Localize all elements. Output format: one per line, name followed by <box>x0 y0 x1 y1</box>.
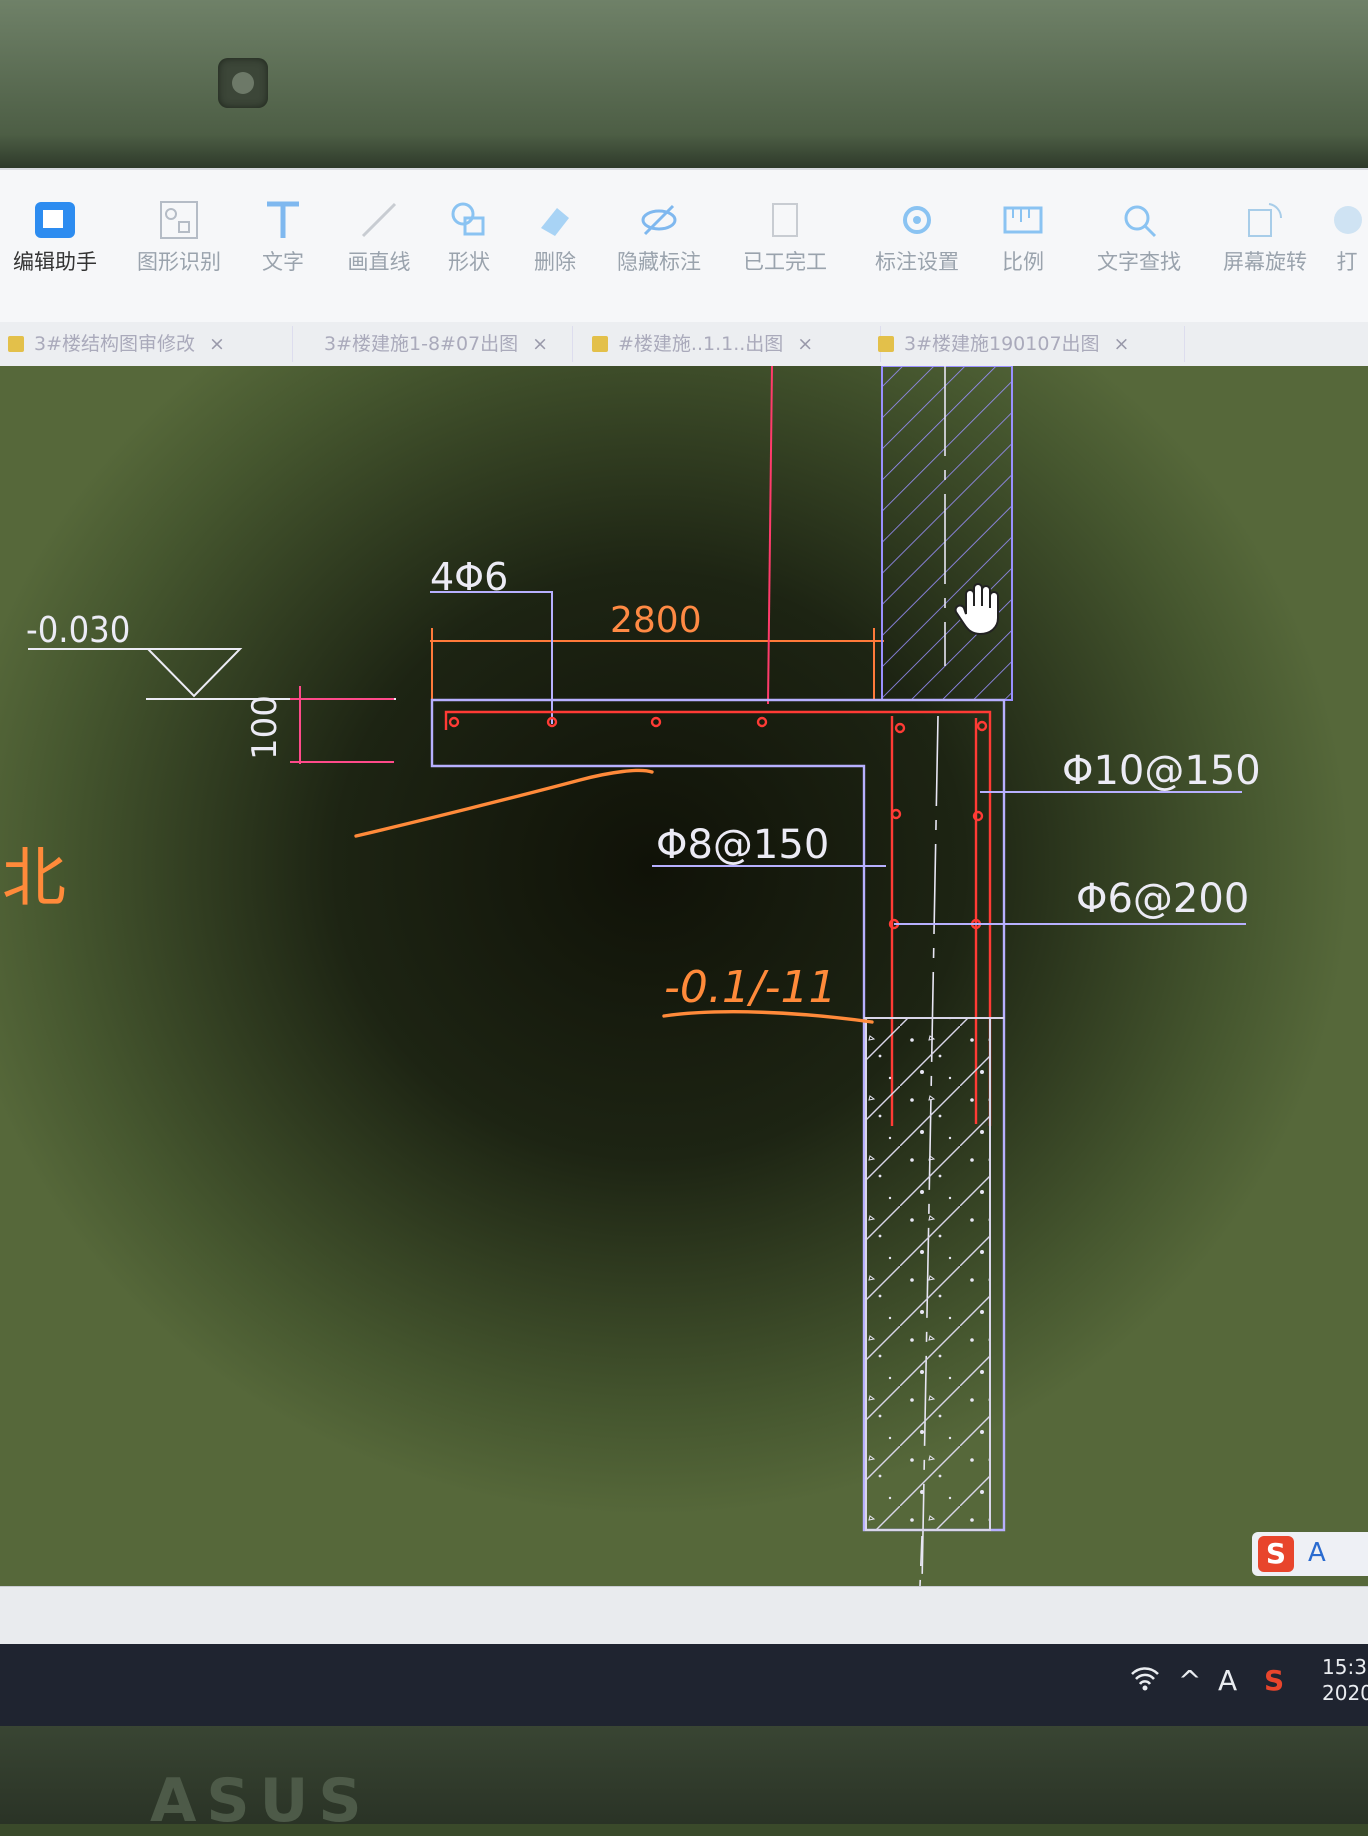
shape-icon <box>451 202 485 236</box>
line-icon <box>361 202 397 238</box>
wifi-icon[interactable] <box>1130 1664 1160 1699</box>
eraser-icon <box>541 208 569 236</box>
handwritten-stroke <box>354 768 654 838</box>
hide-annotation-icon <box>641 204 677 236</box>
annotation-toolbar: 编辑助手 图形识别 文字 画直线 形状 删除 隐藏标注 已工完工 标注设置 比例… <box>0 168 1368 330</box>
lock-icon <box>878 336 894 352</box>
status-bar <box>0 1586 1368 1645</box>
toolbar-hide-annotation-button[interactable]: 隐藏标注 <box>604 182 714 292</box>
monitor-brand-logo: ASUS <box>150 1766 372 1836</box>
document-tab-2[interactable]: 3#楼建施1-8#07出图 × <box>290 326 573 362</box>
document-tab-4[interactable]: 3#楼建施190107出图 × <box>870 326 1185 362</box>
handwritten-note-1: 北 <box>2 842 66 916</box>
rotate-screen-icon <box>1248 203 1283 237</box>
rebar-callout-3: Φ6@200 <box>1076 876 1249 922</box>
edit-assistant-icon <box>35 202 75 238</box>
lock-icon <box>592 336 608 352</box>
shape-recognition-icon <box>160 201 198 239</box>
elevation-marker-symbol <box>28 648 243 698</box>
span-dimension-label: 2800 <box>610 600 702 641</box>
monitor-bezel-bottom: ASUS <box>0 1726 1368 1836</box>
ime-toolbar[interactable]: S A <box>1252 1532 1368 1576</box>
toolbar-item-label: 删除 <box>534 250 576 274</box>
monitor-bezel-top <box>0 0 1368 168</box>
toolbar-item-label: 隐藏标注 <box>617 250 701 274</box>
toolbar-item-label: 已工完工 <box>743 250 827 274</box>
handwritten-note-2: -0.1/-11 <box>664 962 837 1013</box>
tab-label: 3#楼建施1-8#07出图 <box>324 333 519 355</box>
close-icon[interactable]: × <box>532 333 548 355</box>
tab-label: 3#楼建施190107出图 <box>904 333 1100 355</box>
reference-axis-line <box>767 366 773 705</box>
print-icon <box>1334 206 1362 234</box>
toolbar-text-search-button[interactable]: 文字查找 <box>1084 182 1194 292</box>
scale-icon <box>1003 206 1043 234</box>
tray-ime-logo[interactable]: S <box>1264 1664 1284 1697</box>
slab-thickness-label: 100 <box>245 695 285 760</box>
cad-drawing: -0.030 100 2800 4Φ6 Φ10@150 Φ8@150 Φ6@20… <box>2 366 1261 1586</box>
centerline-extension <box>919 1535 923 1586</box>
webcam-icon <box>218 58 268 108</box>
toolbar-item-label: 文字查找 <box>1097 250 1181 274</box>
ime-mode-indicator[interactable]: A <box>1308 1538 1326 1568</box>
toolbar-item-label: 编辑助手 <box>13 250 97 274</box>
annotation-settings-icon <box>903 206 931 234</box>
chevron-up-icon[interactable]: ^ <box>1178 1664 1201 1697</box>
rebar-callout-2: Φ8@150 <box>656 822 829 868</box>
close-icon[interactable]: × <box>797 333 813 355</box>
close-icon[interactable]: × <box>1114 333 1130 355</box>
toolbar-eraser-button[interactable]: 删除 <box>500 182 610 292</box>
toolbar-clipboard-button[interactable]: 已工完工 <box>730 182 840 292</box>
ime-logo[interactable]: S <box>1258 1536 1294 1572</box>
toolbar-item-label: 屏幕旋转 <box>1223 250 1307 274</box>
toolbar-shape-recognition-button[interactable]: 图形识别 <box>124 182 234 292</box>
toolbar-annotation-settings-button[interactable]: 标注设置 <box>862 182 972 292</box>
wall-above-hatched <box>881 366 1013 701</box>
tray-ime-mode[interactable]: A <box>1218 1664 1237 1697</box>
toolbar-item-label: 打 <box>1336 250 1358 274</box>
toolbar-scale-button[interactable]: 比例 <box>968 182 1078 292</box>
toolbar-item-label: 文字 <box>262 250 304 274</box>
close-icon[interactable]: × <box>209 333 225 355</box>
top-bar-leader <box>430 591 553 724</box>
toolbar-item-label: 比例 <box>1002 250 1044 274</box>
taskbar: ^ A S 15:3 2020 <box>0 1644 1368 1726</box>
system-clock[interactable]: 15:3 2020 <box>1322 1654 1368 1706</box>
cad-drawing-canvas[interactable]: -0.030 100 2800 4Φ6 Φ10@150 Φ8@150 Φ6@20… <box>0 366 1368 1586</box>
document-tab-3[interactable]: #楼建施..1.1..出图 × <box>584 326 881 362</box>
toolbar-item-label: 图形识别 <box>137 250 221 274</box>
toolbar-rotate-screen-button[interactable]: 屏幕旋转 <box>1210 182 1320 292</box>
toolbar-text-button[interactable]: 文字 <box>228 182 338 292</box>
document-tab-bar: 3#楼结构图审修改 × 3#楼建施1-8#07出图 × #楼建施..1.1..出图 ×… <box>0 322 1368 367</box>
clock-date: 2020 <box>1322 1681 1368 1705</box>
lock-icon <box>8 336 24 352</box>
clock-time: 15:3 <box>1322 1655 1367 1679</box>
toolbar-edit-assistant-button[interactable]: 编辑助手 <box>0 182 110 292</box>
clipboard-icon <box>772 203 798 237</box>
concrete-foundation <box>865 1017 991 1531</box>
text-search-icon <box>1124 205 1157 238</box>
rebar-callout-1: Φ10@150 <box>1062 748 1261 794</box>
tab-label: 3#楼结构图审修改 <box>34 333 196 355</box>
document-tab-1[interactable]: 3#楼结构图审修改 × <box>0 326 293 362</box>
toolbar-print-button[interactable]: 打 <box>1326 182 1368 292</box>
handwritten-underline <box>662 1010 874 1024</box>
elevation-label: -0.030 <box>26 610 130 651</box>
tab-label: #楼建施..1.1..出图 <box>618 333 784 355</box>
toolbar-item-label: 标注设置 <box>875 250 959 274</box>
text-icon <box>267 201 299 238</box>
